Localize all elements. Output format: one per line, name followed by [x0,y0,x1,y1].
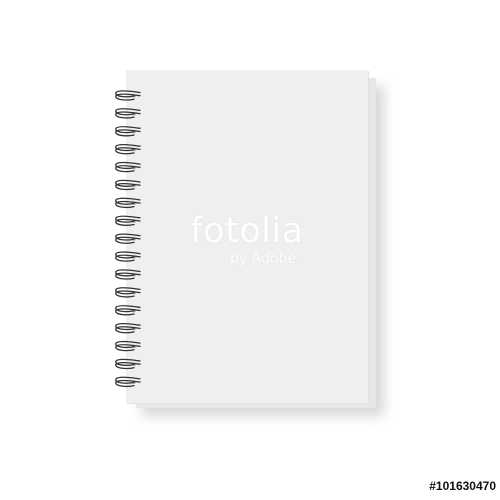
spiral-ring [115,197,141,209]
spiral-ring [115,358,141,370]
spiral-ring [115,179,141,191]
spiral-ring [115,251,141,262]
notebook-cover [126,70,368,403]
image-id-label: #101630470 [429,479,496,493]
stock-image-canvas: fotolia by Adobe #101630470 [0,0,500,500]
spiral-ring [115,126,141,137]
spiral-ring [115,215,141,226]
spiral-ring [115,323,141,334]
spiral-ring [115,287,141,298]
spiral-binding [115,90,141,388]
spiral-ring [115,161,141,173]
spiral-ring [115,269,141,280]
spiral-ring [115,233,141,244]
spiral-ring [115,90,141,101]
spiral-ring [115,144,141,155]
spiral-ring [115,376,141,388]
spiral-ring [115,108,141,119]
spiral-ring [115,340,141,352]
spiral-ring [115,305,141,316]
